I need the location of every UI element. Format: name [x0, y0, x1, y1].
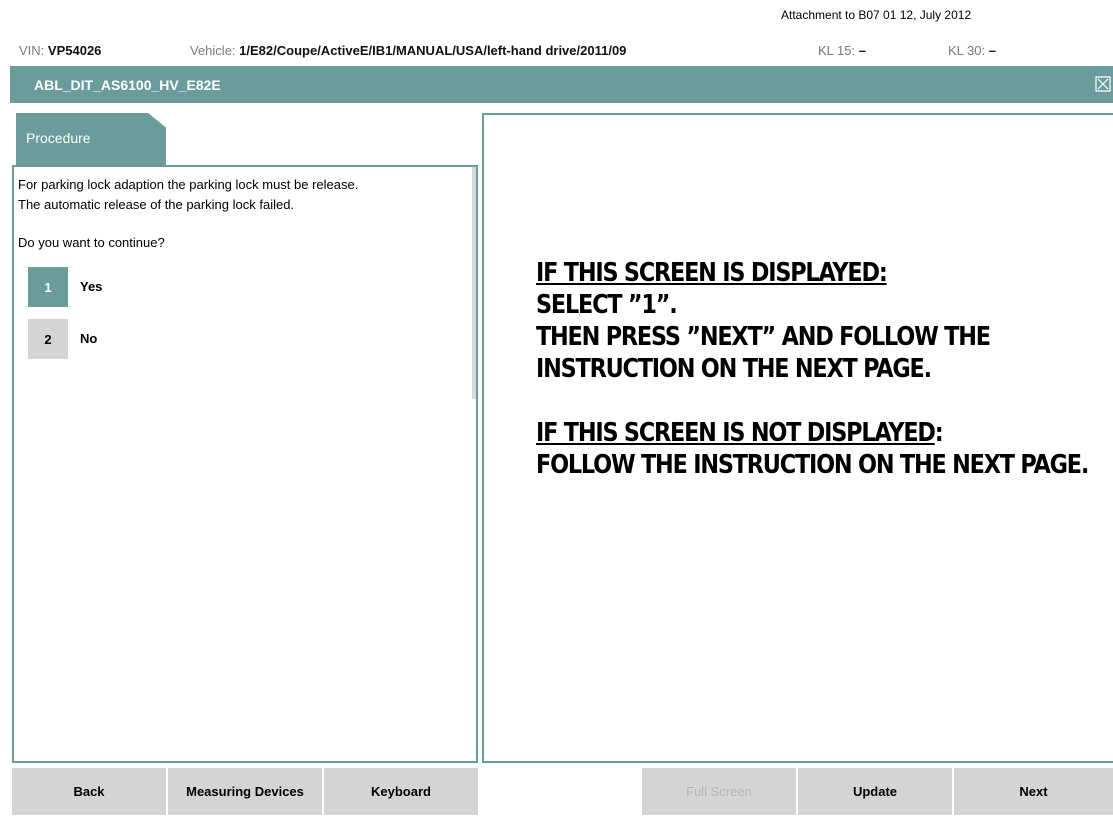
instruction-displayed: IF THIS SCREEN IS DISPLAYED: SELECT ”1”.…	[536, 257, 1104, 385]
instruction-panel: IF THIS SCREEN IS DISPLAYED: SELECT ”1”.…	[482, 113, 1113, 763]
vehicle-info: Vehicle: 1/E82/Coupe/ActiveE/IB1/MANUAL/…	[190, 43, 626, 58]
instruction-not-displayed-colon: :	[934, 418, 944, 448]
vin-info: VIN: VP54026	[19, 43, 101, 58]
procedure-panel: For parking lock adaption the parking lo…	[12, 165, 478, 763]
tab-procedure-label: Procedure	[26, 130, 91, 146]
tab-procedure[interactable]: Procedure	[16, 113, 166, 165]
window-title: ABL_DIT_AS6100_HV_E82E	[34, 77, 221, 93]
vin-label: VIN:	[19, 43, 45, 58]
close-icon[interactable]	[1095, 76, 1111, 92]
keyboard-button[interactable]: Keyboard	[324, 768, 478, 815]
option-no-label: No	[80, 331, 98, 346]
procedure-line-2: The automatic release of the parking loc…	[18, 197, 295, 212]
kl15-label: KL 15:	[818, 43, 856, 58]
option-yes[interactable]: 1 Yes	[28, 267, 328, 307]
vin-value: VP54026	[47, 43, 102, 58]
vehicle-label: Vehicle:	[190, 43, 236, 58]
vehicle-value: 1/E82/Coupe/ActiveE/IB1/MANUAL/USA/left-…	[239, 43, 627, 58]
option-no-number[interactable]: 2	[28, 319, 68, 359]
option-no[interactable]: 2 No	[28, 319, 328, 359]
next-button[interactable]: Next	[954, 768, 1113, 815]
procedure-question: Do you want to continue?	[18, 235, 165, 250]
option-yes-label: Yes	[80, 279, 103, 294]
vehicle-info-bar: VIN: VP54026 Vehicle: 1/E82/Coupe/Active…	[0, 40, 1113, 62]
panel-scroll-shade	[472, 167, 476, 399]
back-button[interactable]: Back	[12, 768, 166, 815]
procedure-message: For parking lock adaption the parking lo…	[18, 175, 458, 215]
attachment-note: Attachment to B07 01 12, July 2012	[781, 8, 972, 22]
update-button[interactable]: Update	[798, 768, 952, 815]
full-screen-button[interactable]: Full Screen	[642, 768, 796, 815]
instruction-displayed-line-1: SELECT ”1”.	[536, 290, 678, 320]
title-bar: ABL_DIT_AS6100_HV_E82E	[10, 66, 1113, 103]
instruction-displayed-heading: IF THIS SCREEN IS DISPLAYED:	[536, 258, 888, 288]
kl30-info: KL 30: –	[948, 43, 996, 58]
kl30-value: –	[988, 43, 996, 58]
instruction-displayed-line-2: THEN PRESS ”NEXT” AND FOLLOW THE INSTRUC…	[536, 322, 991, 384]
measuring-devices-button[interactable]: Measuring Devices	[168, 768, 322, 815]
instruction-not-displayed-line-1: FOLLOW THE INSTRUCTION ON THE NEXT PAGE.	[536, 450, 1089, 480]
kl15-info: KL 15: –	[818, 43, 866, 58]
option-yes-number[interactable]: 1	[28, 267, 68, 307]
procedure-line-1: For parking lock adaption the parking lo…	[18, 177, 359, 192]
kl15-value: –	[858, 43, 866, 58]
instruction-not-displayed-heading: IF THIS SCREEN IS NOT DISPLAYED	[536, 418, 936, 448]
kl30-label: KL 30:	[948, 43, 986, 58]
instruction-not-displayed: IF THIS SCREEN IS NOT DISPLAYED: FOLLOW …	[536, 417, 1104, 481]
instruction-not-displayed-heading-row: IF THIS SCREEN IS NOT DISPLAYED:	[536, 417, 1104, 449]
